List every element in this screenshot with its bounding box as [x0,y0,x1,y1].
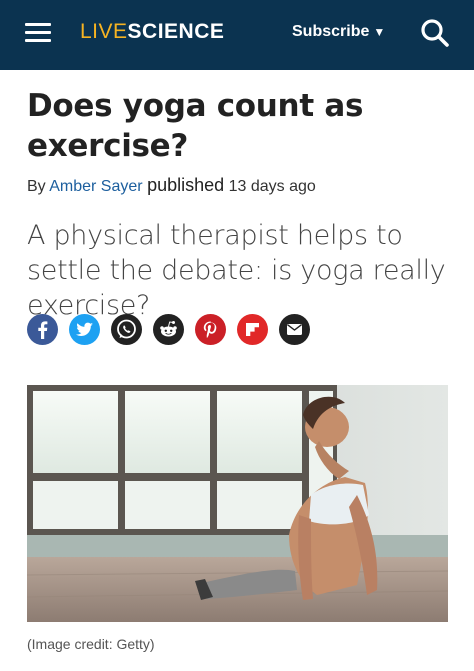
whatsapp-icon [117,319,136,339]
byline: By Amber Sayer published 13 days ago [27,175,316,196]
site-logo[interactable]: LIVESCIENCE [80,20,224,44]
twitter-icon [76,322,93,336]
logo-live-text: LIVE [80,20,128,43]
facebook-icon [38,321,48,339]
reddit-share-button[interactable] [153,314,184,345]
pinterest-icon [203,321,217,338]
top-bar: LIVESCIENCE Subscribe ▼ [0,0,474,70]
hamburger-menu-icon[interactable] [25,23,51,43]
reddit-icon [160,321,177,337]
article-strapline: A physical therapist helps to settle the… [27,220,446,321]
facebook-share-button[interactable] [27,314,58,345]
flipboard-share-button[interactable] [237,314,268,345]
flipboard-icon [246,323,259,336]
email-share-button[interactable] [279,314,310,345]
pinterest-share-button[interactable] [195,314,226,345]
hero-image [27,385,448,622]
whatsapp-share-button[interactable] [111,314,142,345]
share-bar [27,314,310,345]
published-time: 13 days ago [228,178,316,195]
email-icon [287,324,302,335]
subscribe-button[interactable]: Subscribe ▼ [292,23,385,41]
author-link[interactable]: Amber Sayer [49,178,142,195]
article-title: Does yoga count as exercise? [27,88,364,164]
image-credit: (Image credit: Getty) [27,636,155,652]
logo-science-text: SCIENCE [127,20,225,43]
published-label: published [147,175,225,195]
search-icon[interactable] [420,18,450,48]
subscribe-label: Subscribe [292,23,370,40]
byline-prefix: By [27,178,46,195]
caret-down-icon: ▼ [373,25,386,39]
twitter-share-button[interactable] [69,314,100,345]
